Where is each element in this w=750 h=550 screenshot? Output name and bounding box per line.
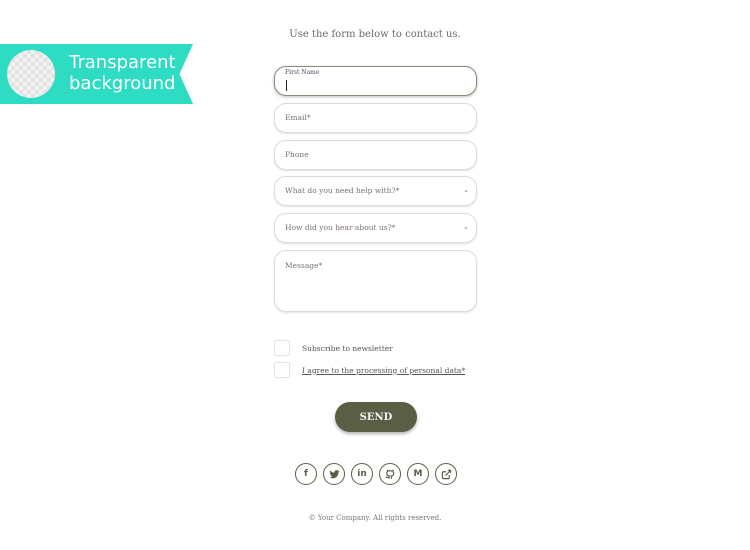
email-field[interactable]: Email* [274, 103, 477, 133]
consent-checkbox[interactable] [274, 362, 290, 378]
message-placeholder: Message* [285, 261, 323, 270]
consent-link[interactable]: I agree to the processing of personal da… [302, 366, 465, 375]
hear-about-select[interactable]: How did you hear about us?* ⌄ [274, 213, 477, 243]
consent-row: I agree to the processing of personal da… [274, 362, 465, 378]
chevron-down-icon: ⌄ [463, 223, 469, 231]
footer-copyright: © Your Company. All rights reserved. [308, 514, 442, 522]
email-placeholder: Email* [285, 113, 311, 122]
help-select-placeholder: What do you need help with?* [285, 186, 400, 195]
help-select[interactable]: What do you need help with?* ⌄ [274, 176, 477, 206]
newsletter-label: Subscribe to newsletter [302, 343, 393, 353]
github-icon[interactable] [379, 463, 401, 485]
medium-icon[interactable]: M [407, 463, 429, 485]
badge-line-2: background [69, 73, 176, 94]
newsletter-checkbox[interactable] [274, 340, 290, 356]
facebook-icon[interactable]: f [295, 463, 317, 485]
newsletter-row: Subscribe to newsletter [274, 340, 393, 356]
message-textarea[interactable]: Message* [274, 250, 477, 312]
badge-text: Transparent background [69, 52, 176, 94]
linkedin-icon[interactable]: in [351, 463, 373, 485]
hear-select-placeholder: How did you hear about us?* [285, 223, 396, 232]
intro-text: Use the form below to contact us. [289, 29, 461, 40]
external-link-icon[interactable] [435, 463, 457, 485]
first-name-label: First Name [285, 69, 320, 76]
badge-line-1: Transparent [69, 52, 176, 73]
chevron-down-icon: ⌄ [463, 186, 469, 194]
social-links: f in M [295, 463, 457, 485]
text-cursor [286, 80, 287, 91]
first-name-field[interactable]: First Name [274, 66, 477, 96]
phone-field[interactable]: Phone [274, 140, 477, 170]
send-button[interactable]: SEND [335, 402, 417, 432]
twitter-icon[interactable] [323, 463, 345, 485]
checkerboard-icon [7, 50, 55, 98]
transparent-background-badge: Transparent background [0, 44, 193, 104]
phone-placeholder: Phone [285, 150, 309, 159]
